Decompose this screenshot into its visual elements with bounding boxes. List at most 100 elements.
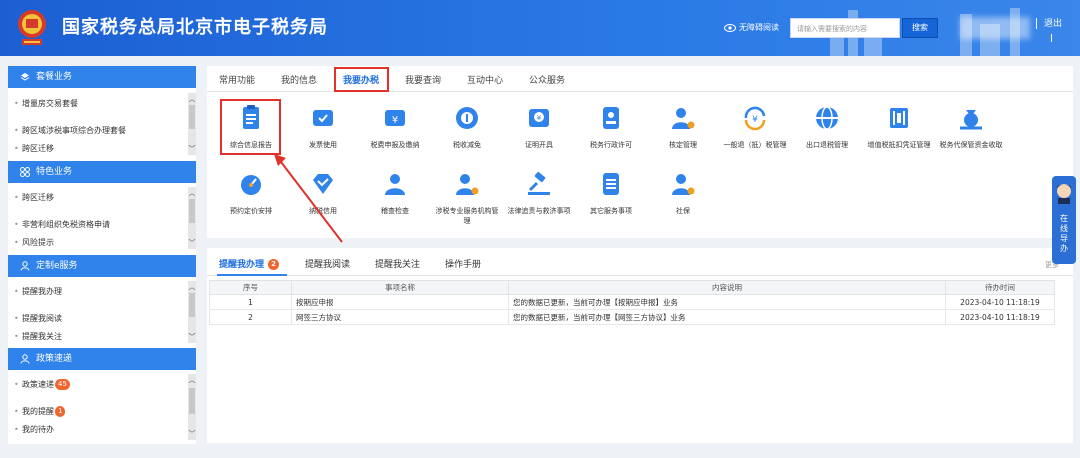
user-gear-icon	[456, 174, 479, 195]
tab-label: 提醒我办理	[219, 260, 265, 270]
service-certificate[interactable]: ¥ 证明开具	[507, 104, 571, 150]
divider	[1051, 34, 1052, 42]
scrollbar[interactable]: ︿ ﹀	[188, 187, 196, 249]
service-professional-agency[interactable]: 涉税专业服务机构管理	[435, 170, 499, 226]
tab-remind-follow[interactable]: 提醒我关注	[375, 257, 420, 270]
list-item[interactable]: 跨区迁移	[8, 144, 188, 154]
site-title: 国家税务总局北京市电子税务局	[62, 17, 328, 38]
chevron-down-icon[interactable]: ﹀	[188, 239, 196, 247]
sidebar-section-policy[interactable]: 政策速递	[8, 348, 196, 370]
tab-public-service[interactable]: 公众服务	[529, 73, 565, 86]
list-item[interactable]: 风险提示	[8, 238, 188, 248]
service-label: 核定管理	[669, 141, 697, 149]
chevron-up-icon[interactable]: ︿	[188, 95, 196, 103]
list-item[interactable]: 我的提醒1	[8, 398, 188, 425]
list-item[interactable]: 提醒我阅读	[8, 305, 188, 332]
scrollbar-thumb[interactable]	[189, 105, 195, 129]
logout-link[interactable]: 退出	[1044, 16, 1062, 29]
main-tabs: 常用功能 我的信息 我要办税 我要查询 互动中心 公众服务	[207, 66, 1073, 92]
service-declaration-payment[interactable]: ¥ 税费申报及缴纳	[363, 104, 427, 150]
user-icon	[20, 354, 30, 364]
tab-common[interactable]: 常用功能	[219, 73, 255, 86]
chevron-down-icon[interactable]: ﹀	[188, 145, 196, 153]
section-list: 跨区迁移 非营利组织免税资格申请 风险提示	[8, 184, 188, 254]
service-legal-remedy[interactable]: 法律追责与救济事项	[507, 170, 571, 216]
list-item[interactable]: 跨区迁移	[8, 184, 188, 211]
chevron-down-icon[interactable]: ﹀	[188, 333, 196, 341]
tab-query[interactable]: 我要查询	[405, 73, 441, 86]
service-invoice[interactable]: 发票使用	[291, 104, 355, 150]
service-vat-deduction[interactable]: 增值税抵扣凭证管理	[867, 104, 931, 150]
sidebar-section-special[interactable]: 特色业务	[8, 161, 196, 183]
search-input[interactable]: 请输入需要搜索的内容	[790, 18, 900, 38]
scrollbar-thumb[interactable]	[189, 199, 195, 223]
list-item[interactable]: 提醒我办理	[8, 278, 188, 305]
service-assessment[interactable]: 核定管理	[651, 104, 715, 150]
list-item[interactable]: 政策速递45	[8, 371, 188, 398]
column-header: 待办时间	[945, 280, 1055, 295]
search-button[interactable]: 搜索	[902, 18, 938, 38]
service-tax-reduction[interactable]: 税收减免	[435, 104, 499, 150]
service-admin-license[interactable]: 税务行政许可	[579, 104, 643, 150]
tab-remind-handle[interactable]: 提醒我办理 2	[219, 257, 280, 270]
item-label: 我的提醒	[22, 407, 54, 416]
service-other[interactable]: 其它服务事项	[579, 170, 643, 216]
service-label: 稽查检查	[381, 207, 409, 215]
row-desc: 您的数据已更新，当前可办理【网签三方协议】业务	[508, 309, 946, 325]
list-item[interactable]: 提醒我关注	[8, 332, 188, 342]
service-label: 社保	[676, 207, 690, 215]
user-gear-icon	[672, 174, 695, 195]
row-time: 2023-04-10 11:18:19	[945, 294, 1055, 310]
service-label: 增值税抵扣凭证管理	[867, 141, 931, 149]
section-list: 提醒我办理 提醒我阅读 提醒我关注	[8, 278, 188, 348]
chevron-up-icon[interactable]: ︿	[188, 189, 196, 197]
tab-manual[interactable]: 操作手册	[445, 257, 481, 270]
sidebar-section-package[interactable]: 套餐业务	[8, 66, 196, 88]
svg-text:¥: ¥	[752, 115, 758, 125]
service-export-refund[interactable]: 出口退税管理	[795, 104, 859, 150]
service-label: 发票使用	[309, 141, 337, 149]
chevron-down-icon[interactable]: ﹀	[188, 430, 196, 438]
active-tab-indicator	[217, 274, 287, 276]
reminder-panel: 提醒我办理 2 提醒我阅读 提醒我关注 操作手册 更多 序号 事项名称 内容说明…	[207, 248, 1073, 443]
user-gear-icon	[672, 108, 695, 129]
scrollbar[interactable]: ︿ ﹀	[188, 281, 196, 343]
accessibility-link[interactable]: 无障碍阅读	[724, 22, 779, 33]
row-name[interactable]: 按期应申报	[291, 294, 509, 310]
service-label: 税费申报及缴纳	[370, 141, 420, 149]
service-refund[interactable]: ¥ 一般退（抵）税管理	[723, 104, 787, 150]
list-item[interactable]: 跨区域涉税事项综合办理套餐	[8, 117, 188, 144]
sidebar-section-custom[interactable]: 定制e服务	[8, 255, 196, 277]
wallet-icon: ¥	[385, 110, 405, 126]
tab-interaction[interactable]: 互动中心	[467, 73, 503, 86]
scrollbar-thumb[interactable]	[189, 293, 195, 317]
service-social-security[interactable]: 社保	[651, 170, 715, 216]
scrollbar[interactable]: ︿ ﹀	[188, 93, 196, 155]
table-row[interactable]: 1 按期应申报 您的数据已更新，当前可办理【按期应申报】业务 2023-04-1…	[209, 294, 1055, 310]
list-item[interactable]: 增量房交易套餐	[8, 90, 188, 117]
service-fund-custody[interactable]: 税务代保管资金收取	[939, 104, 1003, 150]
list-icon	[603, 173, 619, 195]
column-header: 序号	[209, 280, 292, 295]
table-row[interactable]: 2 网签三方协议 您的数据已更新，当前可办理【网签三方协议】业务 2023-04…	[209, 309, 1055, 325]
list-item[interactable]: 非营利组织免税资格申请	[8, 211, 188, 238]
service-inspection[interactable]: 稽查检查	[363, 170, 427, 216]
online-guide-button[interactable]: 在线导办	[1052, 176, 1076, 264]
refund-icon: ¥	[744, 106, 766, 131]
tab-my-info[interactable]: 我的信息	[281, 73, 317, 86]
service-label: 税务行政许可	[590, 141, 632, 149]
chevron-up-icon[interactable]: ︿	[188, 283, 196, 291]
scrollbar[interactable]: ︿ ﹀	[188, 374, 196, 440]
tab-remind-read[interactable]: 提醒我阅读	[305, 257, 350, 270]
accessibility-label: 无障碍阅读	[739, 23, 779, 32]
sidebar: 套餐业务 增量房交易套餐 跨区域涉税事项综合办理套餐 跨区迁移 ︿ ﹀ 特色业务…	[8, 66, 196, 444]
chevron-up-icon[interactable]: ︿	[188, 376, 196, 384]
count-badge: 45	[55, 379, 70, 390]
service-label: 其它服务事项	[590, 207, 632, 215]
guide-label: 在线导办	[1060, 214, 1068, 253]
scrollbar-thumb[interactable]	[189, 388, 195, 414]
reminder-table: 序号 事项名称 内容说明 待办时间 1 按期应申报 您的数据已更新，当前可办理【…	[209, 280, 1055, 325]
row-name[interactable]: 网签三方协议	[291, 309, 509, 325]
list-item[interactable]: 我的待办	[8, 425, 188, 435]
ticket-icon	[313, 110, 333, 126]
